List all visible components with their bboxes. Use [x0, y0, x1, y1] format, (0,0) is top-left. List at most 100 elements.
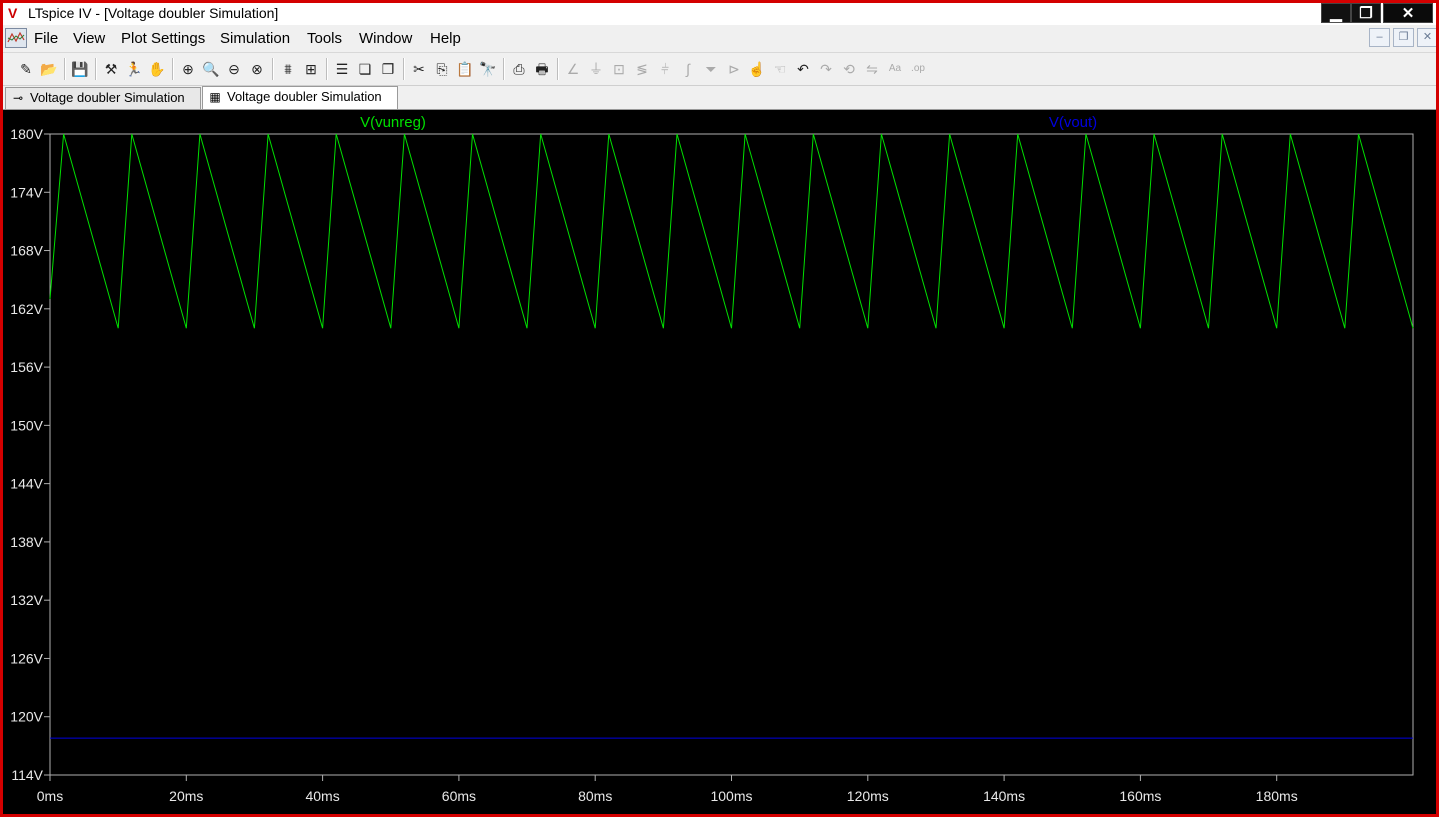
wire-icon[interactable]: ∠: [564, 60, 582, 78]
close-icon: ✕: [1401, 5, 1415, 22]
component-icon[interactable]: ⊳: [725, 60, 743, 78]
tab-label: Voltage doubler Simulation: [227, 89, 382, 104]
toolbar-separator: [557, 58, 559, 80]
y-tick-label: 168V: [10, 243, 43, 259]
find-icon[interactable]: 🔭: [479, 60, 497, 78]
toolbar-separator: [172, 58, 174, 80]
trace-legend-label[interactable]: V(vout): [1049, 114, 1097, 131]
menu-plot-settings[interactable]: Plot Settings: [121, 30, 205, 47]
menu-file[interactable]: File: [34, 30, 58, 47]
tab-schematic[interactable]: ⊸ Voltage doubler Simulation: [5, 87, 201, 109]
y-tick-label: 180V: [10, 126, 43, 142]
menu-simulation[interactable]: Simulation: [220, 30, 290, 47]
plot-frame: [49, 133, 1414, 776]
menu-tools[interactable]: Tools: [307, 30, 342, 47]
x-tick-label: 60ms: [442, 788, 476, 804]
toolbar-separator: [503, 58, 505, 80]
x-tick-label: 80ms: [578, 788, 612, 804]
trace-vvunreg: [49, 133, 1414, 329]
tile-horizontal-icon[interactable]: ☰: [333, 60, 351, 78]
print-preview-icon[interactable]: ⎙: [510, 60, 528, 78]
tile-vertical-icon[interactable]: ❐: [379, 60, 397, 78]
rotate-icon[interactable]: ⟲: [840, 60, 858, 78]
toolbar-separator: [64, 58, 66, 80]
y-tick-label: 156V: [10, 359, 43, 375]
y-tick-label: 114V: [11, 767, 43, 783]
close-window-button[interactable]: ✕: [1383, 3, 1433, 23]
toolbar-separator: [272, 58, 274, 80]
waveform-icon: ▦: [209, 90, 221, 104]
x-tick-label: 140ms: [983, 788, 1025, 804]
ltspice-app-icon[interactable]: V: [8, 5, 24, 21]
zoom-out-icon[interactable]: ⊖: [225, 60, 243, 78]
tab-label: Voltage doubler Simulation: [30, 90, 185, 105]
menu-view[interactable]: View: [73, 30, 105, 47]
toolbar-separator: [403, 58, 405, 80]
delete-trace-icon[interactable]: ⊞: [302, 60, 320, 78]
run-icon[interactable]: 🏃: [125, 60, 143, 78]
title-bar[interactable]: V LTspice IV - [Voltage doubler Simulati…: [3, 3, 1436, 25]
zoom-area-icon[interactable]: ⊕: [179, 60, 197, 78]
cascade-icon[interactable]: ❏: [356, 60, 374, 78]
x-tick-label: 100ms: [710, 788, 752, 804]
y-tick-label: 138V: [10, 534, 43, 550]
pan-icon[interactable]: ✋: [148, 60, 166, 78]
menu-help[interactable]: Help: [430, 30, 461, 47]
trace-legend-label[interactable]: V(vunreg): [360, 114, 426, 131]
waveform-plot-pane[interactable]: 180V 174V 168V 162V 156V 150V 144V 138V 132V 126V…: [3, 110, 1436, 817]
text-icon[interactable]: Aa: [886, 60, 904, 78]
mdi-close-button[interactable]: ✕: [1417, 28, 1436, 47]
x-tick-label: 120ms: [847, 788, 889, 804]
waveform-chart[interactable]: 180V 174V 168V 162V 156V 150V 144V 138V 132V 126V…: [3, 110, 1436, 817]
spice-directive-icon[interactable]: .op: [909, 60, 927, 78]
save-icon[interactable]: 💾: [71, 60, 89, 78]
zoom-in-icon[interactable]: 🔍: [202, 60, 220, 78]
zoom-fit-icon[interactable]: ⊗: [248, 60, 266, 78]
drag-icon[interactable]: ☜: [771, 60, 789, 78]
inductor-icon[interactable]: ∫: [679, 60, 697, 78]
menu-window[interactable]: Window: [359, 30, 412, 47]
diode-icon[interactable]: ⏷: [702, 60, 720, 78]
minimize-icon: –: [1376, 31, 1383, 43]
restore-icon: ❐: [1359, 5, 1373, 22]
tab-bar: ⊸ Voltage doubler Simulation ▦ Voltage dou…: [3, 86, 1436, 110]
new-schematic-icon[interactable]: ✎: [17, 60, 35, 78]
x-tick-label: 20ms: [169, 788, 203, 804]
label-icon[interactable]: ⊡: [610, 60, 628, 78]
y-tick-label: 132V: [10, 592, 43, 608]
y-tick-label: 150V: [10, 417, 43, 433]
x-tick-label: 180ms: [1256, 788, 1298, 804]
window-title: LTspice IV - [Voltage doubler Simulation…: [28, 5, 279, 21]
menu-bar: File View Plot Settings Simulation Tools…: [3, 25, 1436, 53]
cut-icon[interactable]: ✂: [410, 60, 428, 78]
print-icon[interactable]: 🖶: [533, 60, 551, 78]
undo-icon[interactable]: ↶: [794, 60, 812, 78]
resistor-icon[interactable]: ≶: [633, 60, 651, 78]
mdi-minimize-button[interactable]: –: [1369, 28, 1390, 47]
mdi-restore-button[interactable]: ❐: [1393, 28, 1414, 47]
open-icon[interactable]: 📂: [40, 60, 58, 78]
copy-icon[interactable]: ⎘: [433, 60, 451, 78]
y-tick-label: 126V: [10, 650, 43, 666]
restore-window-button[interactable]: ❐: [1351, 3, 1381, 23]
y-tick-label: 144V: [10, 476, 43, 492]
autorange-icon[interactable]: ⩩: [279, 60, 297, 78]
y-tick-label: 120V: [10, 709, 43, 725]
mirror-icon[interactable]: ⇋: [863, 60, 881, 78]
ground-icon[interactable]: ⏚: [587, 60, 605, 78]
minimize-window-button[interactable]: ▁: [1321, 3, 1351, 23]
tab-waveform[interactable]: ▦ Voltage doubler Simulation: [202, 86, 398, 109]
schematic-icon: ⊸: [12, 91, 24, 105]
capacitor-icon[interactable]: ⫩: [656, 60, 674, 78]
x-tick-label: 160ms: [1119, 788, 1161, 804]
document-waveform-icon[interactable]: [5, 28, 27, 48]
move-icon[interactable]: ☝: [748, 60, 766, 78]
paste-icon[interactable]: 📋: [456, 60, 474, 78]
control-panel-icon[interactable]: ⚒: [102, 60, 120, 78]
redo-icon[interactable]: ↷: [817, 60, 835, 78]
y-tick-label: 174V: [10, 184, 43, 200]
toolbar-separator: [326, 58, 328, 80]
x-tick-label: 40ms: [305, 788, 339, 804]
x-tick-label: 0ms: [37, 788, 63, 804]
minimize-icon: ▁: [1330, 5, 1342, 22]
